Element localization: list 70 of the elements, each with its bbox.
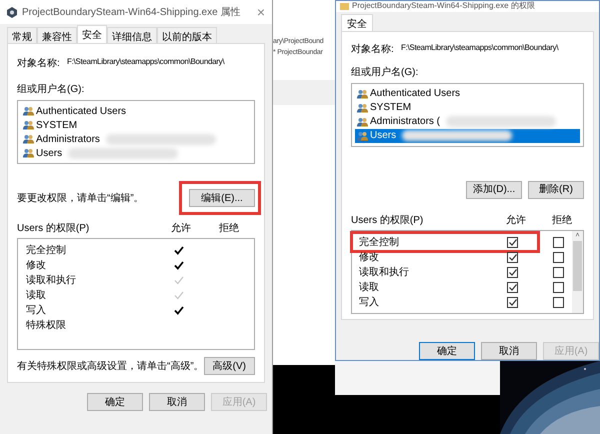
permission-name: 特殊权限 <box>26 318 67 333</box>
folder-icon <box>340 2 349 10</box>
column-header: 允许 <box>506 214 527 228</box>
checkbox[interactable] <box>507 282 518 293</box>
permission-name: 读取 <box>359 280 380 295</box>
checkbox[interactable] <box>553 252 564 263</box>
group-item[interactable]: Users <box>21 146 251 160</box>
dialog-button[interactable]: 确定 <box>419 342 475 360</box>
users-icon <box>357 88 368 99</box>
group-item[interactable]: Users <box>355 128 580 143</box>
tab[interactable]: 兼容性 <box>37 27 77 44</box>
field-label: 组或用户名(G): <box>17 82 86 97</box>
group-item[interactable]: SYSTEM <box>355 100 580 115</box>
dialog-button[interactable]: 高级(V) <box>204 357 255 375</box>
column-header: 拒绝 <box>552 214 572 228</box>
group-item[interactable]: Authenticated Users <box>355 86 580 101</box>
dialog-button[interactable]: 确定 <box>87 393 143 411</box>
permission-name: 完全控制 <box>359 236 400 250</box>
window-title: ProjectBoundarySteam-Win64-Shipping.exe 属性 <box>22 6 242 20</box>
dialog-button[interactable]: 取消 <box>481 342 537 360</box>
permission-name: 读取和执行 <box>26 274 77 288</box>
permission-name: 修改 <box>26 259 47 273</box>
checkbox[interactable] <box>553 282 564 293</box>
permission-name: 写入 <box>26 304 47 318</box>
column-header: 拒绝 <box>219 222 239 236</box>
tab[interactable]: 详细信息 <box>107 27 157 44</box>
close-icon[interactable]: × <box>256 5 265 19</box>
checkbox[interactable] <box>507 296 518 308</box>
users-icon <box>23 106 34 116</box>
dialog-button[interactable]: 取消 <box>149 393 205 411</box>
users-icon <box>357 116 368 127</box>
field-label: Users 的权限(P) <box>351 214 424 228</box>
dialog-button[interactable]: 删除(R) <box>528 180 584 199</box>
checkbox[interactable] <box>507 266 518 278</box>
group-item[interactable]: Administrators <box>21 132 251 146</box>
users-icon <box>23 120 34 130</box>
object-path: F:\SteamLibrary\steamapps\common\Boundary\ <box>67 56 224 68</box>
permission-name: 写入 <box>359 296 380 310</box>
checkbox[interactable] <box>553 296 564 308</box>
field-label: 对象名称: <box>17 56 61 71</box>
tab[interactable]: 以前的版本 <box>157 27 217 44</box>
tab[interactable]: 常规 <box>7 27 37 44</box>
users-icon <box>23 134 34 144</box>
users-icon <box>357 102 368 113</box>
tab[interactable]: 安全 <box>77 25 107 44</box>
permission-name: 修改 <box>359 250 380 265</box>
dialog-button[interactable]: 添加(D)... <box>466 180 522 199</box>
permission-name: 读取和执行 <box>359 266 410 280</box>
checkbox[interactable] <box>507 236 518 248</box>
field-label: 组或用户名(G): <box>351 66 420 80</box>
object-path: F:\SteamLibrary\steamapps\common\Boundary\ <box>401 42 558 54</box>
hint-text: 要更改权限，请单击“编辑”。 <box>17 192 144 206</box>
field-label: Users 的权限(P) <box>17 222 90 236</box>
field-label: 对象名称: <box>351 42 395 57</box>
users-icon <box>357 130 368 141</box>
dialog-button[interactable]: 编辑(E)... <box>189 189 255 207</box>
group-item[interactable]: Authenticated Users <box>21 104 251 118</box>
checkbox[interactable] <box>553 266 564 278</box>
permission-name: 读取 <box>26 288 47 303</box>
group-item[interactable]: SYSTEM <box>21 118 251 132</box>
permission-name: 完全控制 <box>26 244 67 258</box>
users-icon <box>23 148 34 158</box>
window-title: ProjectBoundarySteam-Win64-Shipping.exe 的权限 <box>352 1 536 12</box>
column-header: 允许 <box>171 222 192 236</box>
group-item[interactable]: Administrators ( <box>355 114 580 129</box>
app-icon <box>7 6 17 18</box>
tab[interactable]: 安全 <box>341 14 373 32</box>
checkbox[interactable] <box>553 236 564 248</box>
hint-text: 有关特殊权限或高级设置，请单击“高级”。 <box>17 360 204 374</box>
checkbox[interactable] <box>507 252 518 263</box>
